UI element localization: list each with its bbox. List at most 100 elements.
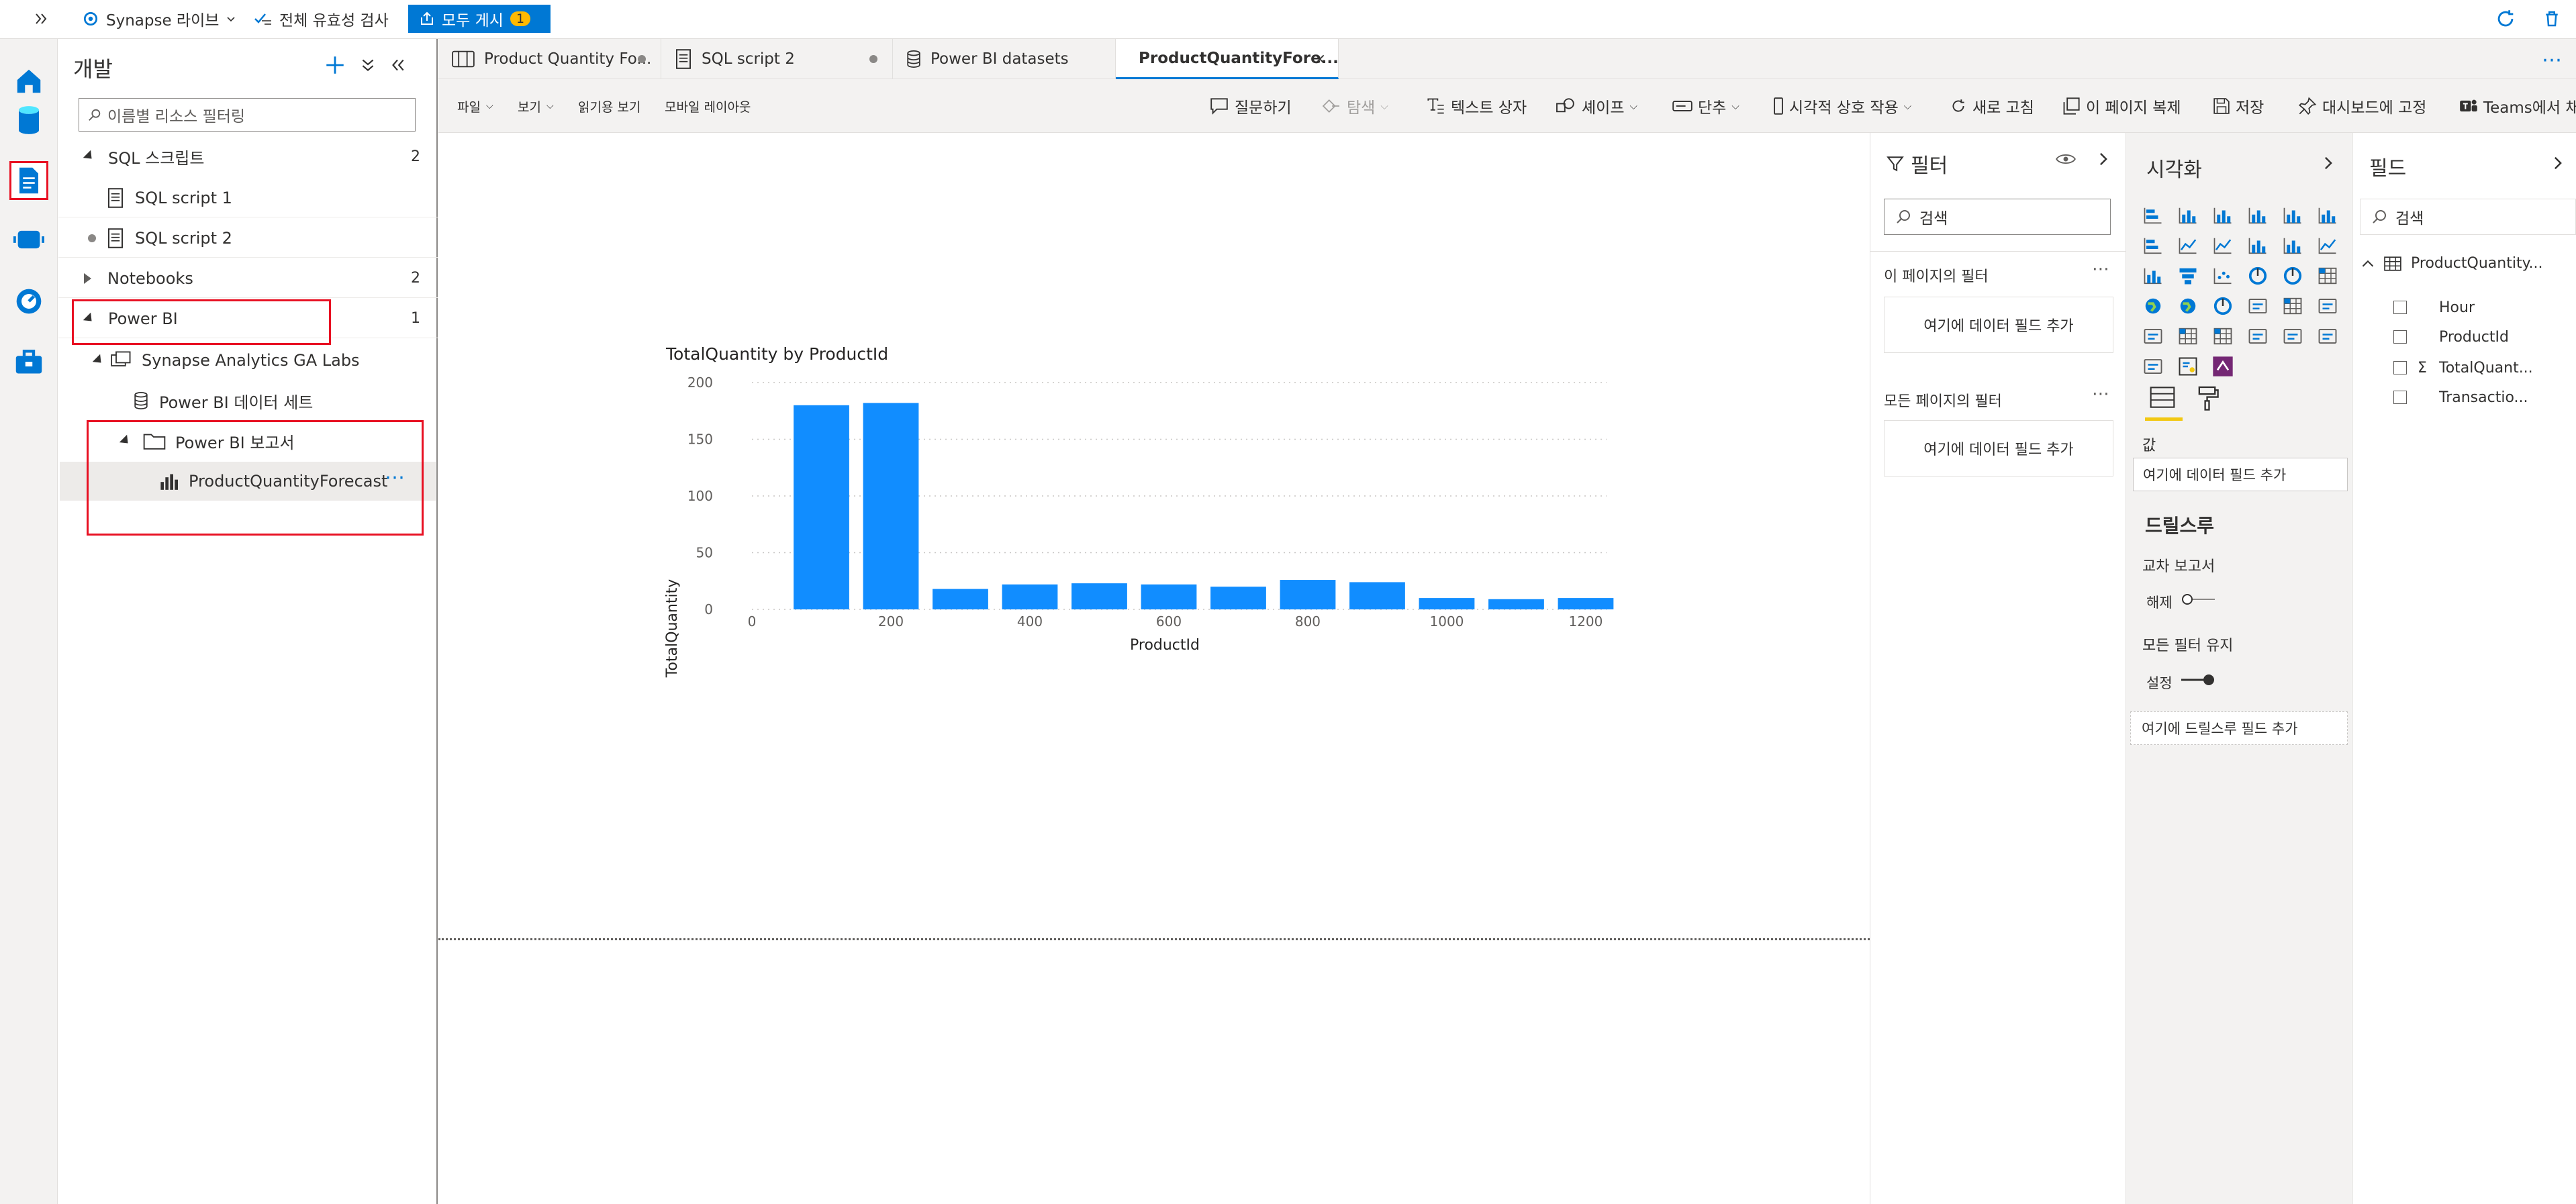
viz-clustered-column-icon[interactable] xyxy=(2240,200,2275,230)
field-table-productquantity[interactable]: ProductQuantity... xyxy=(2361,255,2542,272)
this-page-filter-drop-zone[interactable]: 여기에 데이터 필드 추가 xyxy=(1884,297,2113,353)
file-menu[interactable]: 파일 ⌵ xyxy=(457,95,493,117)
more-options-icon[interactable]: ⋯ xyxy=(2092,259,2109,279)
viz-stacked-column-icon[interactable] xyxy=(2170,200,2205,230)
field-item-productid[interactable]: ProductId xyxy=(2393,323,2509,350)
chart-bar[interactable] xyxy=(1558,598,1614,609)
viz-multi-row-card-icon[interactable] xyxy=(2275,291,2310,321)
visual-interactions-menu[interactable]: 시각적 상호 작용 ⌵ xyxy=(1773,95,1911,117)
chart-bar[interactable] xyxy=(1488,599,1544,609)
chart-bar[interactable] xyxy=(1280,580,1336,609)
notebooks-group[interactable]: Notebooks 2 xyxy=(58,259,438,298)
field-item-totalquantity[interactable]: Σ TotalQuant... xyxy=(2393,354,2533,381)
viz-table-icon[interactable] xyxy=(2170,321,2205,351)
viz-line-icon[interactable] xyxy=(2136,230,2170,260)
more-options-icon[interactable]: ⋯ xyxy=(2092,384,2109,404)
sql-scripts-group[interactable]: SQL 스크립트 2 xyxy=(58,137,438,176)
viz-decomposition-tree-icon[interactable] xyxy=(2275,321,2310,351)
eye-icon[interactable] xyxy=(2056,152,2076,166)
manage-hub-button[interactable] xyxy=(9,342,48,381)
publish-all-button[interactable]: 모두 게시 1 xyxy=(408,5,551,33)
tree-item-sql-script-1[interactable]: SQL script 1 xyxy=(58,179,438,217)
viz-line-column-icon[interactable] xyxy=(2240,230,2275,260)
synapse-live-dropdown[interactable]: Synapse 라이브 xyxy=(82,5,236,32)
mobile-layout-button[interactable]: 모바일 레이아웃 xyxy=(665,95,751,117)
viz-ribbon-icon[interactable] xyxy=(2310,230,2345,260)
chart-bar[interactable] xyxy=(794,405,849,609)
save-button[interactable]: 저장 xyxy=(2213,95,2264,117)
bar-chart-visual[interactable]: TotalQuantity by ProductId 050100150200 … xyxy=(438,133,1870,737)
textbox-button[interactable]: 텍스트 상자 xyxy=(1427,95,1527,117)
validate-all-button[interactable]: 전체 유효성 검사 xyxy=(254,5,389,32)
keep-filters-toggle[interactable] xyxy=(2180,674,2215,686)
field-checkbox[interactable] xyxy=(2393,301,2407,314)
collapse-filters-icon[interactable] xyxy=(2096,152,2111,166)
viz-line-clustered-column-icon[interactable] xyxy=(2275,230,2310,260)
viz-slicer-icon[interactable] xyxy=(2136,321,2170,351)
add-resource-button[interactable] xyxy=(324,54,346,77)
viz-gauge-icon[interactable] xyxy=(2205,291,2240,321)
viz-waterfall-icon[interactable] xyxy=(2136,260,2170,291)
chart-bar[interactable] xyxy=(1071,583,1127,609)
refresh-button[interactable] xyxy=(2494,5,2517,32)
integrate-hub-button[interactable] xyxy=(9,220,48,259)
tab-sql-script-2[interactable]: SQL script 2 xyxy=(661,39,893,79)
tab-powerbi-datasets[interactable]: Power BI datasets xyxy=(893,39,1116,79)
tree-item-workspace[interactable]: Synapse Analytics GA Labs xyxy=(58,341,438,380)
chart-bar[interactable] xyxy=(1419,598,1475,609)
view-menu[interactable]: 보기 ⌵ xyxy=(518,95,554,117)
viz-map-icon[interactable] xyxy=(2136,291,2170,321)
cross-report-toggle[interactable] xyxy=(2181,593,2216,605)
tree-item-sql-script-2[interactable]: SQL script 2 xyxy=(58,219,438,258)
tab-productquantityforecast-report[interactable]: ProductQuantityFore... xyxy=(1116,39,1339,79)
viz-treemap-icon[interactable] xyxy=(2310,260,2345,291)
viz-scatter-icon[interactable] xyxy=(2205,260,2240,291)
viz-100-column-icon[interactable] xyxy=(2310,200,2345,230)
field-checkbox[interactable] xyxy=(2393,330,2407,344)
viz-stacked-area-icon[interactable] xyxy=(2205,230,2240,260)
expand-nav-button[interactable] xyxy=(34,5,50,32)
duplicate-page-button[interactable]: 이 페이지 복제 xyxy=(2062,95,2181,117)
field-checkbox[interactable] xyxy=(2393,391,2407,404)
expand-all-button[interactable] xyxy=(359,56,377,74)
all-pages-filter-drop-zone[interactable]: 여기에 데이터 필드 추가 xyxy=(1884,420,2113,476)
viz-stacked-bar-icon[interactable] xyxy=(2136,200,2170,230)
explore-menu[interactable]: 탐색 ⌵ xyxy=(1321,95,1388,117)
viz-clustered-bar-icon[interactable] xyxy=(2205,200,2240,230)
pin-to-dashboard-button[interactable]: 대시보드에 고정 xyxy=(2298,95,2426,117)
viz-pie-icon[interactable] xyxy=(2240,260,2275,291)
viz-card-icon[interactable] xyxy=(2240,291,2275,321)
home-hub-button[interactable] xyxy=(9,62,48,101)
tab-product-quantity-forecast-notebook[interactable]: Product Quantity Fo... xyxy=(438,39,661,79)
close-icon[interactable] xyxy=(1314,53,1326,65)
data-hub-button[interactable] xyxy=(9,101,48,140)
shapes-menu[interactable]: 셰이프 ⌵ xyxy=(1555,95,1637,117)
share-teams-button[interactable]: Teams에서 채 xyxy=(2459,95,2576,117)
resource-filter-input[interactable]: 이름별 리소스 필터링 xyxy=(79,98,416,132)
buttons-menu[interactable]: 단추 ⌵ xyxy=(1672,95,1739,117)
discard-button[interactable] xyxy=(2542,5,2562,32)
chart-bar[interactable] xyxy=(933,589,988,609)
tree-item-powerbi-datasets[interactable]: Power BI 데이터 세트 xyxy=(58,381,438,420)
viz-matrix-icon[interactable] xyxy=(2205,321,2240,351)
chart-bar[interactable] xyxy=(1210,587,1266,609)
monitor-hub-button[interactable] xyxy=(9,282,48,321)
chart-bar[interactable] xyxy=(863,403,919,609)
more-tabs-icon[interactable]: ⋯ xyxy=(2542,48,2563,72)
chart-bar[interactable] xyxy=(1002,584,1058,609)
filters-search-input[interactable]: 검색 xyxy=(1884,199,2111,235)
viz-q-and-a-icon[interactable] xyxy=(2310,321,2345,351)
viz-power-apps-icon[interactable] xyxy=(2205,351,2240,381)
chart-bar[interactable] xyxy=(1349,582,1405,609)
viz-donut-icon[interactable] xyxy=(2275,260,2310,291)
fields-well-tab[interactable] xyxy=(2149,385,2176,409)
format-tab[interactable] xyxy=(2196,385,2220,411)
drillthrough-drop-zone[interactable]: 여기에 드릴스루 필드 추가 xyxy=(2130,711,2348,745)
develop-hub-button[interactable] xyxy=(9,161,48,200)
fields-search-input[interactable]: 검색 xyxy=(2360,199,2576,235)
collapse-pane-button[interactable] xyxy=(389,56,406,74)
viz-kpi-icon[interactable] xyxy=(2310,291,2345,321)
field-item-transaction[interactable]: Transactio... xyxy=(2393,384,2528,411)
viz-paginated-icon[interactable] xyxy=(2136,351,2170,381)
reading-view-button[interactable]: 읽기용 보기 xyxy=(578,95,640,117)
